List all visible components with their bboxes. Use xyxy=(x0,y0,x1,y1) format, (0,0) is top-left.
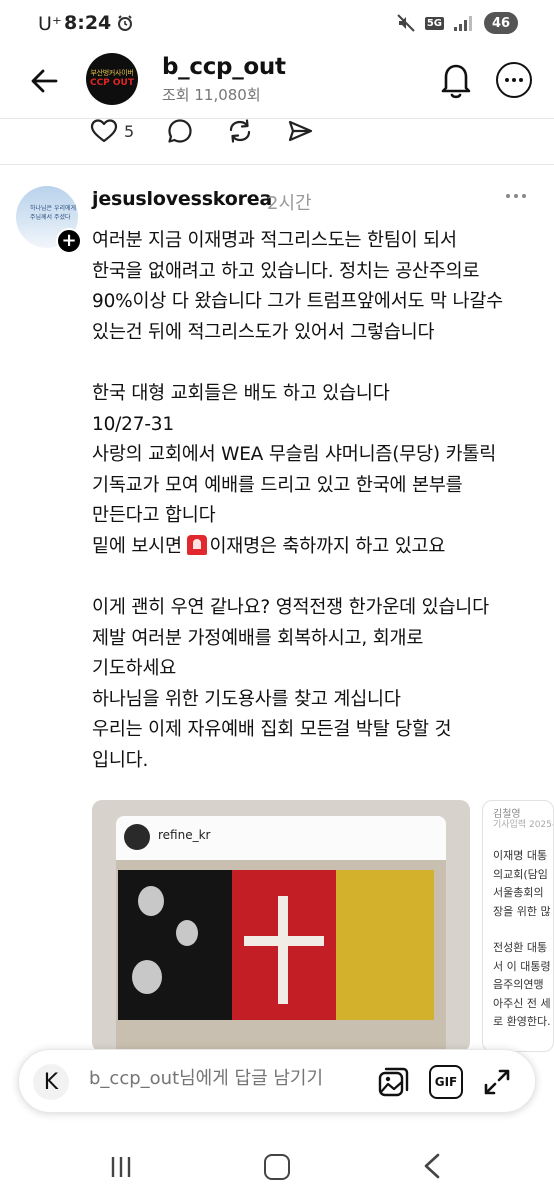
network-badge: 5G xyxy=(424,16,444,30)
news-line: 서 이 대통령 xyxy=(493,959,551,973)
post-more-icon[interactable] xyxy=(506,194,526,198)
heart-icon[interactable] xyxy=(90,117,118,145)
post-line: 있는건 뒤에 적그리스도가 있어서 그렇습니다 xyxy=(92,321,435,343)
post-line: 90%이상 다 왔습니다 그가 트럼프앞에서도 막 나갈수 xyxy=(92,291,504,312)
reply-bar: K GIF xyxy=(18,1049,536,1113)
alarm-icon xyxy=(118,15,132,31)
news-date: 기사입력 2025-1 xyxy=(493,820,553,830)
ig-username: refine_kr xyxy=(158,828,211,842)
post-line: 이게 괜히 우연 같나요? 영적전쟁 한가운데 있습니다 xyxy=(92,597,489,618)
news-line: 의교회(담임 xyxy=(493,867,548,881)
battery-indicator: 46 xyxy=(484,12,518,34)
post-line: 기도하세요 xyxy=(92,658,177,679)
signal-icon xyxy=(454,16,472,31)
expand-icon[interactable] xyxy=(481,1066,513,1098)
news-text: 이재명 대통 의교회(담임 서울총회의 장을 위한 많 전성환 대통 서 이 대… xyxy=(493,847,551,1032)
post-line: 만든다고 합니다 xyxy=(92,505,216,526)
comment-icon[interactable] xyxy=(166,117,194,145)
back-icon[interactable] xyxy=(420,1152,444,1180)
reply-avatar: K xyxy=(33,1064,69,1100)
bell-icon[interactable] xyxy=(438,60,474,100)
post-author-username[interactable]: jesuslovesskorea xyxy=(92,188,272,210)
post-line-part: 밑에 보시면 xyxy=(92,535,188,557)
post-line: 사랑의 교회에서 WEA 무슬림 샤머니즘(무당) 카톨릭 xyxy=(92,444,497,465)
painting-face xyxy=(138,886,164,916)
painting-panel-yellow xyxy=(336,870,434,1020)
profile-avatar[interactable]: 부산벙커사이버 CCP OUT xyxy=(86,53,138,105)
post-line: 여러분 지금 이재명과 적그리스도는 한팀이 되서 xyxy=(92,230,457,251)
repost-icon[interactable] xyxy=(226,117,254,145)
post-line: 하나님을 위한 기도용사를 찾고 계십니다 xyxy=(92,688,401,710)
post-line: 한국 대형 교회들은 배도 하고 있습니다 xyxy=(92,383,390,404)
post-line: 제발 여러분 가정예배를 회복하시고, 회개로 xyxy=(92,627,424,649)
follow-plus-icon[interactable]: + xyxy=(56,228,82,254)
reply-input[interactable] xyxy=(89,1068,369,1089)
back-arrow-icon[interactable] xyxy=(28,64,62,98)
post-timestamp: 2시간 xyxy=(267,193,312,214)
profile-username[interactable]: b_ccp_out xyxy=(162,54,286,80)
carrier-label: U⁺ xyxy=(38,13,62,35)
gallery-icon[interactable] xyxy=(377,1065,411,1099)
avatar-logo-text: 부산벙커사이버 xyxy=(90,69,134,77)
mute-icon xyxy=(397,14,415,32)
painting-cross xyxy=(244,936,324,946)
prev-post-actions: 5 xyxy=(90,116,314,146)
post-line: 한국을 없애려고 하고 있습니다. 정치는 공산주의로 xyxy=(92,260,480,282)
siren-icon xyxy=(187,534,208,555)
news-line: 전성환 대통 xyxy=(493,941,548,954)
news-line: 서울총회의 xyxy=(493,886,544,899)
clock: 8:24 xyxy=(64,12,112,34)
news-line: 음주의연맹 xyxy=(493,978,544,991)
painting-cross xyxy=(278,896,288,1004)
post-line: 입니다. xyxy=(92,749,149,771)
post-body: 여러분 지금 이재명과 적그리스도는 한팀이 되서 한국을 없애려고 하고 있습… xyxy=(92,226,542,838)
news-line: 아주신 전 세 xyxy=(493,996,551,1010)
post-line: 10/27-31 xyxy=(92,413,174,435)
post-image-painting[interactable]: refine_kr xyxy=(92,800,470,1052)
view-count: 조회 11,080회 xyxy=(162,86,261,104)
system-nav-bar xyxy=(0,1130,554,1200)
ig-avatar xyxy=(124,824,150,850)
news-line: 이재명 대통 xyxy=(493,849,548,862)
painting-face xyxy=(132,960,162,994)
post-line: 우리는 이제 자유예배 집회 모든걸 박탈 당할 것 xyxy=(92,719,452,740)
recents-icon[interactable] xyxy=(108,1154,134,1180)
post-media-carousel[interactable]: refine_kr 김철영 기사입력 2025-1 이재명 대통 의교회(담임 … xyxy=(92,800,554,1052)
painting-panel-black xyxy=(118,870,232,1020)
status-bar: U⁺ 8:24 5G 46 xyxy=(0,0,554,50)
avatar-logo-brand: CCP OUT xyxy=(89,78,135,88)
home-icon[interactable] xyxy=(264,1154,290,1180)
post-line-part: 이재명은 축하까지 하고 있고요 xyxy=(209,535,446,557)
post-line: 기독교가 모여 예배를 드리고 있고 한국에 본부를 xyxy=(92,474,463,496)
thread-header: 부산벙커사이버 CCP OUT b_ccp_out 조회 11,080회 xyxy=(0,50,554,116)
more-icon[interactable] xyxy=(496,62,532,98)
share-icon[interactable] xyxy=(286,117,314,145)
gif-icon[interactable]: GIF xyxy=(429,1065,463,1099)
news-line: 장을 위한 많 xyxy=(493,904,551,918)
section-divider xyxy=(0,164,554,165)
like-count: 5 xyxy=(124,121,135,141)
avatar-caption: 하나님은 우리에게 주님께서 주셨다 xyxy=(30,205,77,221)
post-image-news[interactable]: 김철영 기사입력 2025-1 이재명 대통 의교회(담임 서울총회의 장을 위… xyxy=(482,800,554,1052)
painting-face xyxy=(176,920,198,946)
news-line: 로 환영한다. xyxy=(493,1015,551,1028)
post-line: 밑에 보시면 이재명은 축하까지 하고 있고요 xyxy=(92,532,542,563)
